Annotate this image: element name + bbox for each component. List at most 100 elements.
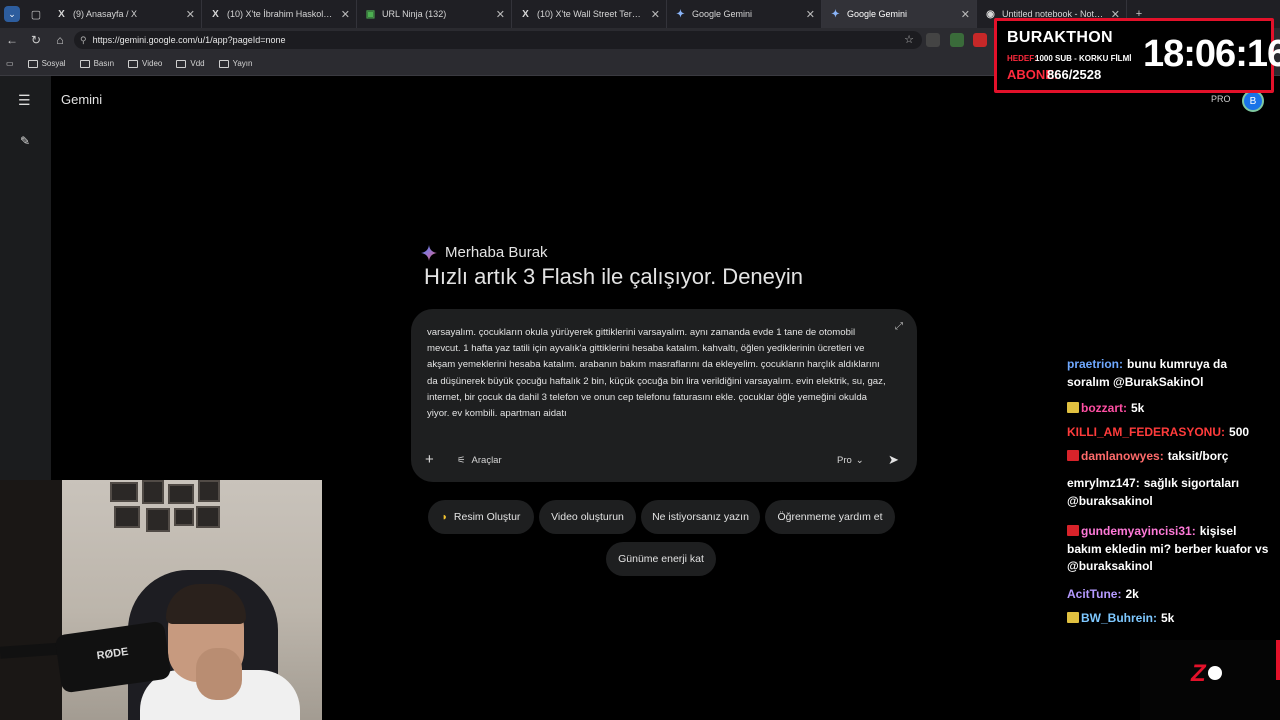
chat-username: bozzart: [1081, 401, 1127, 415]
extension-icon[interactable] [950, 33, 964, 47]
banana-icon: ◗ [441, 511, 448, 523]
chat-message: damlanowyes: taksit/borç [1067, 448, 1272, 466]
wall-frame [198, 480, 220, 502]
avatar[interactable]: B [1242, 90, 1264, 112]
wall-frame [196, 506, 220, 528]
chat-message: gundemyayincisi31: kişisel bakım ekledin … [1067, 523, 1272, 576]
bookmark-folder[interactable]: Vdd [176, 59, 205, 68]
site-info-icon[interactable]: ⚲ [80, 35, 87, 46]
sub-counter-overlay: BURAKTHON HEDEF: 1000 SUB - KORKU FİLMİ … [994, 18, 1280, 93]
chat-username: emrylmz147: [1067, 476, 1140, 490]
chevron-down-icon: ⌄ [4, 6, 20, 22]
close-tab-icon[interactable]: ✕ [806, 8, 815, 21]
close-tab-icon[interactable]: ✕ [186, 8, 195, 21]
browser-tab-active[interactable]: ✦ Google Gemini ✕ [822, 0, 977, 28]
channel-logo-dot [1208, 666, 1222, 680]
suggestion-chip[interactable]: Öğrenmeme yardım et [765, 500, 895, 534]
x-logo-icon: X [58, 8, 65, 20]
bookmark-folder[interactable]: Yayın [218, 59, 253, 68]
extension-icon[interactable] [973, 33, 987, 47]
model-selector[interactable]: Pro ⌄ [837, 455, 864, 466]
wall-frame [114, 506, 140, 528]
browser-tab[interactable]: ▣ URL Ninja (132) ✕ [357, 0, 512, 28]
reload-icon: ↻ [30, 33, 42, 47]
gemini-sparkle-icon: ✦ [831, 8, 840, 20]
tools-icon: ⚟ [457, 455, 466, 466]
prompt-composer[interactable]: varsayalım. çocukların okula yürüyerek g… [411, 309, 917, 482]
chat-overlay: ▬▬▬▬ ▬▬▬▬▬▬▬▬▬▬▬▬▬▬ praetrion:bunu kumru… [1060, 330, 1280, 630]
browser-tab[interactable]: ✦ Google Gemini ✕ [667, 0, 822, 28]
webcam-door [0, 480, 62, 720]
channel-logo-icon: Z [1191, 660, 1206, 687]
chat-text: 500 [1229, 425, 1250, 439]
suggestion-chip[interactable]: ◗ Resim Oluştur [428, 500, 534, 534]
bookmark-label: Sosyal [41, 59, 66, 68]
expand-icon[interactable]: ⤢ [895, 321, 903, 332]
send-button[interactable]: ➤ [888, 452, 899, 468]
tab-title: Google Gemini [692, 9, 753, 19]
suggestion-chip[interactable]: Video oluşturun [539, 500, 636, 534]
browser-tab[interactable]: X (9) Anasayfa / X ✕ [48, 0, 202, 28]
wall-frame [110, 482, 138, 502]
close-tab-icon[interactable]: ✕ [341, 8, 350, 21]
arrow-left-icon: ← [6, 33, 18, 47]
bookmark-folder[interactable]: Video [128, 59, 162, 68]
tab-title: URL Ninja (132) [382, 9, 447, 19]
bookmarks-toggle-icon[interactable]: ▭ [6, 59, 14, 68]
subscriber-count: 866/2528 [1047, 67, 1102, 82]
close-tab-icon[interactable]: ✕ [496, 8, 505, 21]
add-attachment-button[interactable]: + [425, 451, 434, 468]
address-bar[interactable]: ⚲ https://gemini.google.com/u/1/app?page… [74, 31, 922, 49]
close-tab-icon[interactable]: ✕ [961, 8, 970, 21]
wall-frame [168, 484, 194, 504]
wall-frame [142, 480, 164, 504]
bookmark-label: Vdd [190, 59, 205, 68]
goal-text: 1000 SUB - KORKU FİLMİ [1035, 54, 1132, 63]
chat-badge-icon [1067, 612, 1079, 623]
greeting-row: Merhaba Burak [421, 244, 548, 261]
browser-tab[interactable]: X (10) X'te Wall Street Tercümanı: " ✕ [512, 0, 667, 28]
chat-username: BW_Buhrein: [1081, 611, 1157, 625]
reload-button[interactable]: ↻ [24, 28, 48, 52]
favorite-star-icon[interactable]: ☆ [904, 33, 914, 46]
tab-collections-button[interactable]: ▢ [24, 0, 48, 28]
chip-label: Öğrenmeme yardım et [777, 511, 883, 523]
close-tab-icon[interactable]: ✕ [651, 8, 660, 21]
chat-text: 2k [1125, 587, 1139, 601]
greeting-text: Merhaba Burak [445, 244, 548, 261]
suggestion-chip[interactable]: Günüme enerji kat [606, 542, 716, 576]
chat-badge-icon [1067, 525, 1079, 536]
folder-icon [176, 59, 187, 68]
chat-message: BW_Buhrein: 5k [1067, 610, 1272, 628]
folder-icon [27, 59, 38, 68]
chat-message: praetrion: bunu kumruya da soralım @Burak… [1067, 356, 1272, 391]
tools-button[interactable]: ⚟ Araçlar [457, 455, 502, 466]
chat-message: AcitTune: 2k [1067, 586, 1272, 604]
home-button[interactable]: ⌂ [48, 28, 72, 52]
browser-tab[interactable]: X (10) X'te İbrahim Haskoloğlu: " ✕ [202, 0, 357, 28]
folder-icon [79, 59, 90, 68]
collections-icon: ▢ [30, 8, 42, 21]
stream-clock: 18:06:16 [1143, 33, 1280, 75]
suggestion-chip[interactable]: Ne istiyorsanız yazın [641, 500, 760, 534]
plan-badge: PRO [1211, 94, 1231, 104]
bookmark-folder[interactable]: Basın [79, 59, 114, 68]
chat-badge-icon [1067, 450, 1079, 461]
back-button[interactable]: ← [0, 28, 24, 52]
chip-label: Resim Oluştur [453, 511, 521, 523]
gemini-sparkle-icon: ✦ [676, 8, 685, 20]
prompt-input[interactable]: varsayalım. çocukların okula yürüyerek g… [427, 325, 889, 422]
new-chat-icon[interactable]: ✎ [20, 134, 30, 148]
extension-icon[interactable] [926, 33, 940, 47]
channel-name: BURAKTHON [1007, 29, 1113, 46]
url-ninja-icon: ▣ [365, 8, 376, 20]
bookmark-label: Yayın [232, 59, 253, 68]
webcam-overlay: RØDE [0, 480, 322, 720]
bookmark-folder[interactable]: Sosyal [27, 59, 66, 68]
tab-search-button[interactable]: ⌄ [0, 0, 24, 28]
chat-text: 5k [1161, 611, 1175, 625]
x-logo-icon: X [212, 8, 219, 20]
model-label: Pro [837, 455, 852, 466]
chip-label: Video oluşturun [551, 511, 624, 523]
menu-icon[interactable]: ☰ [18, 92, 31, 109]
